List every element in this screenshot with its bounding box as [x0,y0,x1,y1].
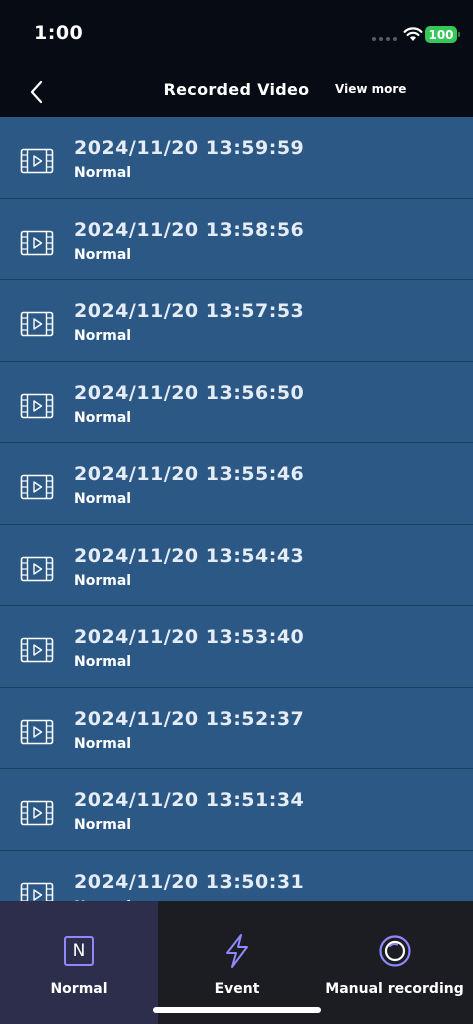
video-file-icon [20,474,54,500]
record-circle-icon [378,935,411,967]
lightning-icon [226,934,248,968]
tab-manual-recording[interactable]: Manual recording [316,901,473,1024]
tab-event[interactable]: Event [158,901,316,1024]
video-datetime: 2024/11/20 13:51:34 [74,789,305,811]
video-type-label: Normal [74,572,132,589]
video-type-label: Normal [74,491,132,507]
video-type-label: Normal [74,654,132,670]
video-list-item[interactable]: 2024/11/20 13:54:43 Normal [0,524,473,606]
status-time: 1:00 [34,22,84,44]
video-file-icon [20,800,54,826]
normal-n-icon: N [64,936,94,966]
nav-bar: Recorded Video View more [0,68,473,116]
video-datetime: 2024/11/20 13:54:43 [74,544,305,567]
home-indicator [153,1007,321,1013]
video-file-icon [20,556,54,582]
video-list-item[interactable]: 2024/11/20 13:50:31Normal [0,850,473,901]
tab-manual-recording-label: Manual recording [325,981,464,997]
video-file-icon [20,148,54,174]
wifi-icon [403,27,423,41]
video-datetime: 2024/11/20 13:52:37 [74,707,305,730]
video-file-icon [20,882,54,901]
cellular-signal-icon [372,37,397,41]
video-file-icon [20,719,54,745]
video-list-item[interactable]: 2024/11/20 13:57:53 Normal [0,280,473,362]
tab-normal[interactable]: N Normal [0,901,158,1024]
video-list-item[interactable]: 2024/11/20 13:58:56 Normal [0,198,473,280]
video-file-icon [20,311,54,337]
video-type-label: Normal [74,165,132,181]
video-datetime: 2024/11/20 13:50:31 [74,870,305,893]
bottom-tab-bar: N Normal Event Manual recording [0,901,473,1024]
video-type-label: Normal [74,246,132,263]
video-file-icon [20,393,54,419]
video-datetime: 2024/11/20 13:55:46 [74,463,305,485]
tab-normal-label: Normal [50,981,108,997]
video-file-icon [20,637,54,663]
video-type-label: Normal [74,817,132,833]
video-type-label: Normal [74,735,132,752]
video-list-item[interactable]: 2024/11/20 13:56:50 Normal [0,361,473,443]
status-bar: 1:00 100 [0,0,473,68]
video-list-item[interactable]: 2024/11/20 13:52:37 Normal [0,687,473,769]
video-list-item[interactable]: 2024/11/20 13:59:59 Normal [0,117,473,199]
video-datetime: 2024/11/20 13:58:56 [74,218,305,241]
video-type-label: Normal [74,409,132,426]
video-datetime: 2024/11/20 13:56:50 [74,381,305,404]
video-type-label: Normal [74,328,132,344]
app-screen: 1:00 100 Recorded Video View more 2024/1… [0,0,473,1024]
video-list-item[interactable]: 2024/11/20 13:51:34 Normal [0,769,473,851]
recorded-video-list[interactable]: 2024/11/20 13:59:59 Normal 2024/11/20 13:5… [0,117,473,901]
video-list-item[interactable]: 2024/11/20 13:53:40 Normal [0,606,473,688]
video-list-item[interactable]: 2024/11/20 13:55:46 Normal [0,443,473,525]
battery-indicator: 100 [425,26,460,43]
video-datetime: 2024/11/20 13:57:53 [74,300,305,322]
view-more-button[interactable]: View more [335,82,406,96]
video-datetime: 2024/11/20 13:53:40 [74,626,305,648]
video-file-icon [20,230,54,256]
video-datetime: 2024/11/20 13:59:59 [74,137,305,159]
tab-event-label: Event [214,981,260,997]
